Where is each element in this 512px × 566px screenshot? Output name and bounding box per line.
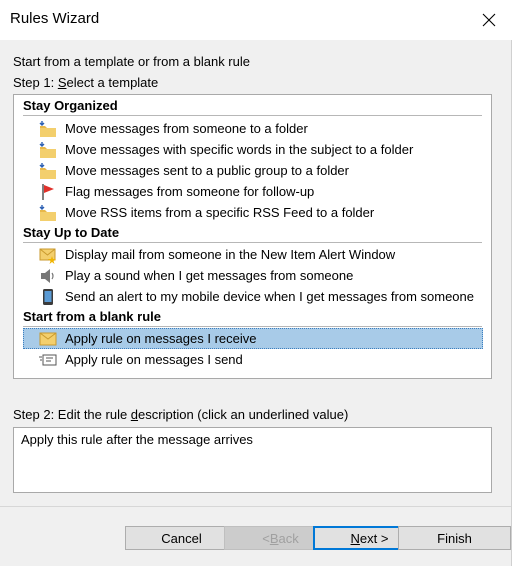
folder-arrow-icon — [39, 141, 57, 159]
cancel-button[interactable]: Cancel — [125, 526, 238, 550]
send-envelope-icon — [39, 351, 57, 369]
template-item-label: Flag messages from someone for follow-up — [65, 184, 315, 199]
template-item-display-alert[interactable]: Display mail from someone in the New Ite… — [23, 244, 485, 265]
step1-label: Step 1: Select a template — [13, 75, 159, 90]
template-item-move-public-group[interactable]: Move messages sent to a public group to … — [23, 160, 485, 181]
group-divider — [23, 115, 482, 116]
mobile-phone-icon — [39, 288, 57, 306]
close-button[interactable] — [466, 0, 512, 40]
window-title: Rules Wizard — [10, 10, 100, 27]
template-item-label: Display mail from someone in the New Ite… — [65, 247, 396, 262]
template-item-label: Move messages from someone to a folder — [65, 121, 308, 136]
step2-label: Step 2: Edit the rule description (click… — [13, 407, 349, 422]
close-icon — [482, 13, 496, 27]
template-item-label: Play a sound when I get messages from so… — [65, 268, 354, 283]
template-item-mobile-alert[interactable]: Send an alert to my mobile device when I… — [23, 286, 485, 307]
group-header-blank-rule: Start from a blank rule — [23, 309, 161, 324]
folder-arrow-icon — [39, 204, 57, 222]
speaker-icon — [39, 267, 57, 285]
rule-description-text: Apply this rule after the message arrive… — [21, 432, 253, 447]
rule-description-box[interactable]: Apply this rule after the message arrive… — [13, 427, 492, 493]
group-header-stay-up-to-date: Stay Up to Date — [23, 225, 120, 240]
template-item-flag-messages[interactable]: Flag messages from someone for follow-up — [23, 181, 485, 202]
red-flag-icon — [39, 183, 57, 201]
template-item-apply-receive[interactable]: Apply rule on messages I receive — [23, 328, 483, 349]
template-item-apply-send[interactable]: Apply rule on messages I send — [23, 349, 485, 370]
group-header-stay-organized: Stay Organized — [23, 98, 118, 113]
template-item-label: Send an alert to my mobile device when I… — [65, 289, 474, 304]
group-divider — [23, 326, 482, 327]
finish-button[interactable]: Finish — [398, 526, 511, 550]
template-item-move-rss[interactable]: Move RSS items from a specific RSS Feed … — [23, 202, 485, 223]
template-list[interactable]: Stay Organized Move messages from someon… — [13, 94, 492, 379]
template-item-play-sound[interactable]: Play a sound when I get messages from so… — [23, 265, 485, 286]
title-bar: Rules Wizard — [0, 0, 512, 40]
template-item-label: Move messages sent to a public group to … — [65, 163, 349, 178]
template-item-label: Apply rule on messages I send — [65, 352, 243, 367]
footer-separator — [0, 506, 511, 507]
template-item-move-from-someone[interactable]: Move messages from someone to a folder — [23, 118, 485, 139]
template-item-label: Move messages with specific words in the… — [65, 142, 414, 157]
folder-arrow-icon — [39, 162, 57, 180]
template-item-label: Apply rule on messages I receive — [65, 331, 257, 346]
wizard-heading: Start from a template or from a blank ru… — [13, 54, 250, 69]
template-item-move-specific-words[interactable]: Move messages with specific words in the… — [23, 139, 485, 160]
group-divider — [23, 242, 482, 243]
mail-alert-icon — [39, 246, 57, 264]
receive-envelope-icon — [39, 330, 57, 348]
folder-arrow-icon — [39, 120, 57, 138]
template-item-label: Move RSS items from a specific RSS Feed … — [65, 205, 375, 220]
